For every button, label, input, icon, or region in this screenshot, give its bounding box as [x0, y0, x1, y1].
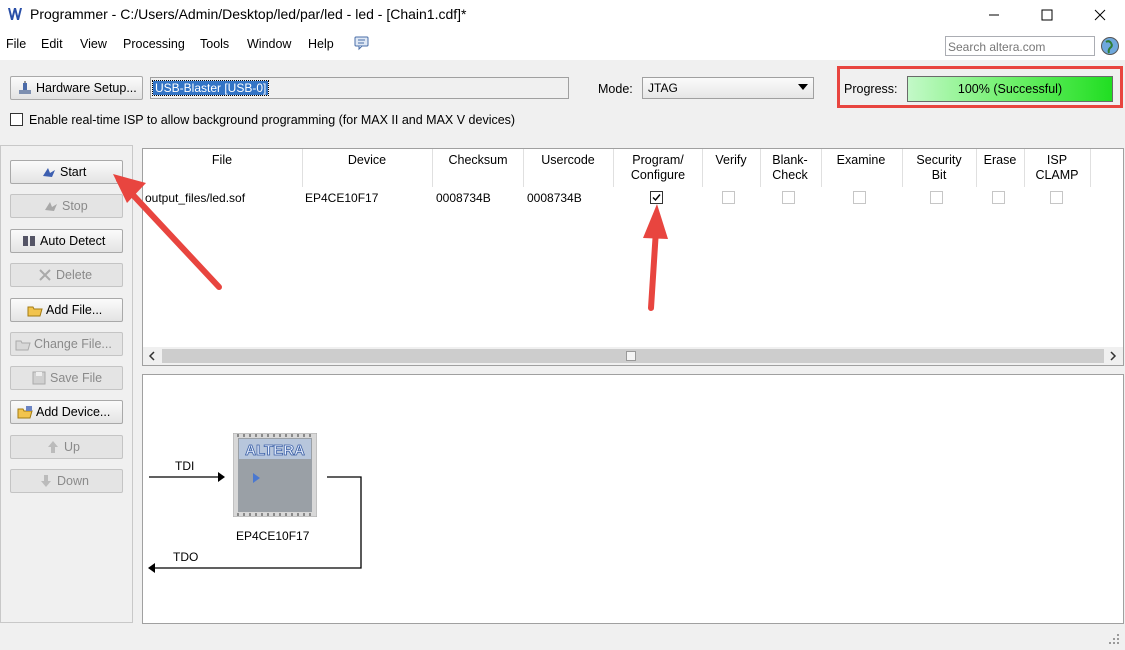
- column-header-device[interactable]: Device: [317, 153, 417, 168]
- column-header-isp-clamp[interactable]: ISP CLAMP: [1024, 153, 1090, 183]
- maximize-icon: [1041, 9, 1053, 21]
- start-button[interactable]: Start: [10, 160, 123, 184]
- help-chat-icon[interactable]: [354, 35, 370, 51]
- column-header-erase[interactable]: Erase: [976, 153, 1024, 168]
- scroll-right-icon[interactable]: [1107, 349, 1119, 363]
- column-separator: [302, 149, 303, 187]
- maximize-button[interactable]: [1024, 0, 1070, 30]
- up-arrow-icon: [48, 441, 58, 453]
- scrollbar-grip: [626, 351, 636, 361]
- save-file-button[interactable]: Save File: [10, 366, 123, 390]
- blank-header-line2: Check: [772, 168, 808, 182]
- auto-detect-icon: [23, 236, 35, 246]
- window-title: Programmer - C:/Users/Admin/Desktop/led/…: [30, 6, 467, 22]
- stop-button[interactable]: Stop: [10, 194, 123, 218]
- minimize-button[interactable]: [971, 0, 1017, 30]
- column-separator: [1090, 149, 1091, 187]
- progress-label: Progress:: [844, 82, 898, 96]
- save-file-label: Save File: [50, 371, 103, 385]
- menu-file[interactable]: File: [6, 37, 26, 51]
- annotation-arrow-start: [113, 174, 222, 290]
- add-device-label: Add Device...: [36, 405, 111, 419]
- menu-view[interactable]: View: [80, 37, 107, 51]
- change-file-icon: [15, 340, 31, 351]
- column-header-examine[interactable]: Examine: [821, 153, 901, 168]
- resize-grip-icon[interactable]: [1107, 632, 1121, 646]
- menu-processing[interactable]: Processing: [123, 37, 185, 51]
- row-usercode[interactable]: 0008734B: [527, 191, 582, 205]
- globe-icon[interactable]: [1100, 36, 1120, 56]
- altera-chip-icon[interactable]: ALTERA: [233, 433, 317, 517]
- down-button[interactable]: Down: [10, 469, 123, 493]
- isp-header-line1: ISP: [1046, 153, 1068, 167]
- chip-logo-text: ALTERA: [245, 442, 305, 459]
- column-header-verify[interactable]: Verify: [702, 153, 760, 168]
- hardware-setup-button[interactable]: Hardware Setup...: [10, 76, 143, 100]
- column-header-blank-check[interactable]: Blank- Check: [760, 153, 820, 183]
- blank-header-line1: Blank-: [772, 153, 808, 167]
- mode-label: Mode:: [598, 82, 633, 96]
- add-device-button[interactable]: Add Device...: [10, 400, 123, 424]
- start-label: Start: [60, 165, 87, 179]
- delete-icon: [39, 269, 51, 281]
- verify-checkbox[interactable]: [722, 191, 735, 204]
- up-label: Up: [64, 440, 80, 454]
- add-file-label: Add File...: [46, 303, 103, 317]
- menu-window[interactable]: Window: [247, 37, 291, 51]
- program-header-line2: Configure: [630, 168, 686, 182]
- security-header-line2: Bit: [931, 168, 947, 182]
- add-file-icon: [27, 306, 43, 317]
- progress-text: 100% (Successful): [957, 82, 1063, 96]
- security-bit-checkbox[interactable]: [930, 191, 943, 204]
- add-file-button[interactable]: Add File...: [10, 298, 123, 322]
- column-header-program-configure[interactable]: Program/ Configure: [613, 153, 703, 183]
- down-arrow-icon: [41, 475, 51, 487]
- row-checksum[interactable]: 0008734B: [436, 191, 491, 205]
- examine-checkbox[interactable]: [853, 191, 866, 204]
- delete-label: Delete: [56, 268, 93, 282]
- close-button[interactable]: [1077, 0, 1123, 30]
- minimize-icon: [989, 14, 999, 16]
- stop-icon: [45, 202, 57, 211]
- erase-checkbox[interactable]: [992, 191, 1005, 204]
- menu-edit[interactable]: Edit: [41, 37, 63, 51]
- annotation-arrow-program: [643, 204, 668, 311]
- save-file-icon: [32, 371, 46, 385]
- menu-help[interactable]: Help: [308, 37, 334, 51]
- stop-label: Stop: [62, 199, 88, 213]
- isp-label: Enable real-time ISP to allow background…: [29, 113, 516, 127]
- blank-check-checkbox[interactable]: [782, 191, 795, 204]
- column-header-security-bit[interactable]: Security Bit: [902, 153, 976, 183]
- column-header-usercode[interactable]: Usercode: [523, 153, 613, 168]
- security-header-line1: Security: [916, 153, 962, 167]
- chevron-down-icon: [798, 84, 808, 90]
- quartus-app-icon: [8, 8, 22, 20]
- chip-device-name: EP4CE10F17: [236, 529, 310, 543]
- status-bar: [0, 628, 1125, 650]
- hardware-value: USB-Blaster [USB-0]: [151, 80, 270, 96]
- close-icon: [1094, 9, 1106, 21]
- delete-button[interactable]: Delete: [10, 263, 123, 287]
- hardware-setup-label: Hardware Setup...: [36, 81, 137, 95]
- start-icon: [43, 168, 55, 177]
- up-button[interactable]: Up: [10, 435, 123, 459]
- auto-detect-label: Auto Detect: [40, 234, 106, 248]
- isp-checkbox[interactable]: [10, 113, 23, 126]
- add-device-icon: [17, 406, 33, 419]
- program-header-line1: Program/: [632, 153, 684, 167]
- scroll-left-icon[interactable]: [146, 349, 158, 363]
- down-label: Down: [57, 474, 89, 488]
- change-file-label: Change File...: [34, 337, 112, 351]
- isp-header-line2: CLAMP: [1035, 168, 1079, 182]
- mode-value: JTAG: [648, 81, 678, 95]
- hardware-icon: [19, 81, 31, 94]
- change-file-button[interactable]: Change File...: [10, 332, 123, 356]
- menu-tools[interactable]: Tools: [200, 37, 229, 51]
- isp-clamp-checkbox[interactable]: [1050, 191, 1063, 204]
- auto-detect-button[interactable]: Auto Detect: [10, 229, 123, 253]
- row-device[interactable]: EP4CE10F17: [305, 191, 378, 205]
- column-header-checksum[interactable]: Checksum: [433, 153, 523, 168]
- search-placeholder: Search altera.com: [948, 40, 1046, 54]
